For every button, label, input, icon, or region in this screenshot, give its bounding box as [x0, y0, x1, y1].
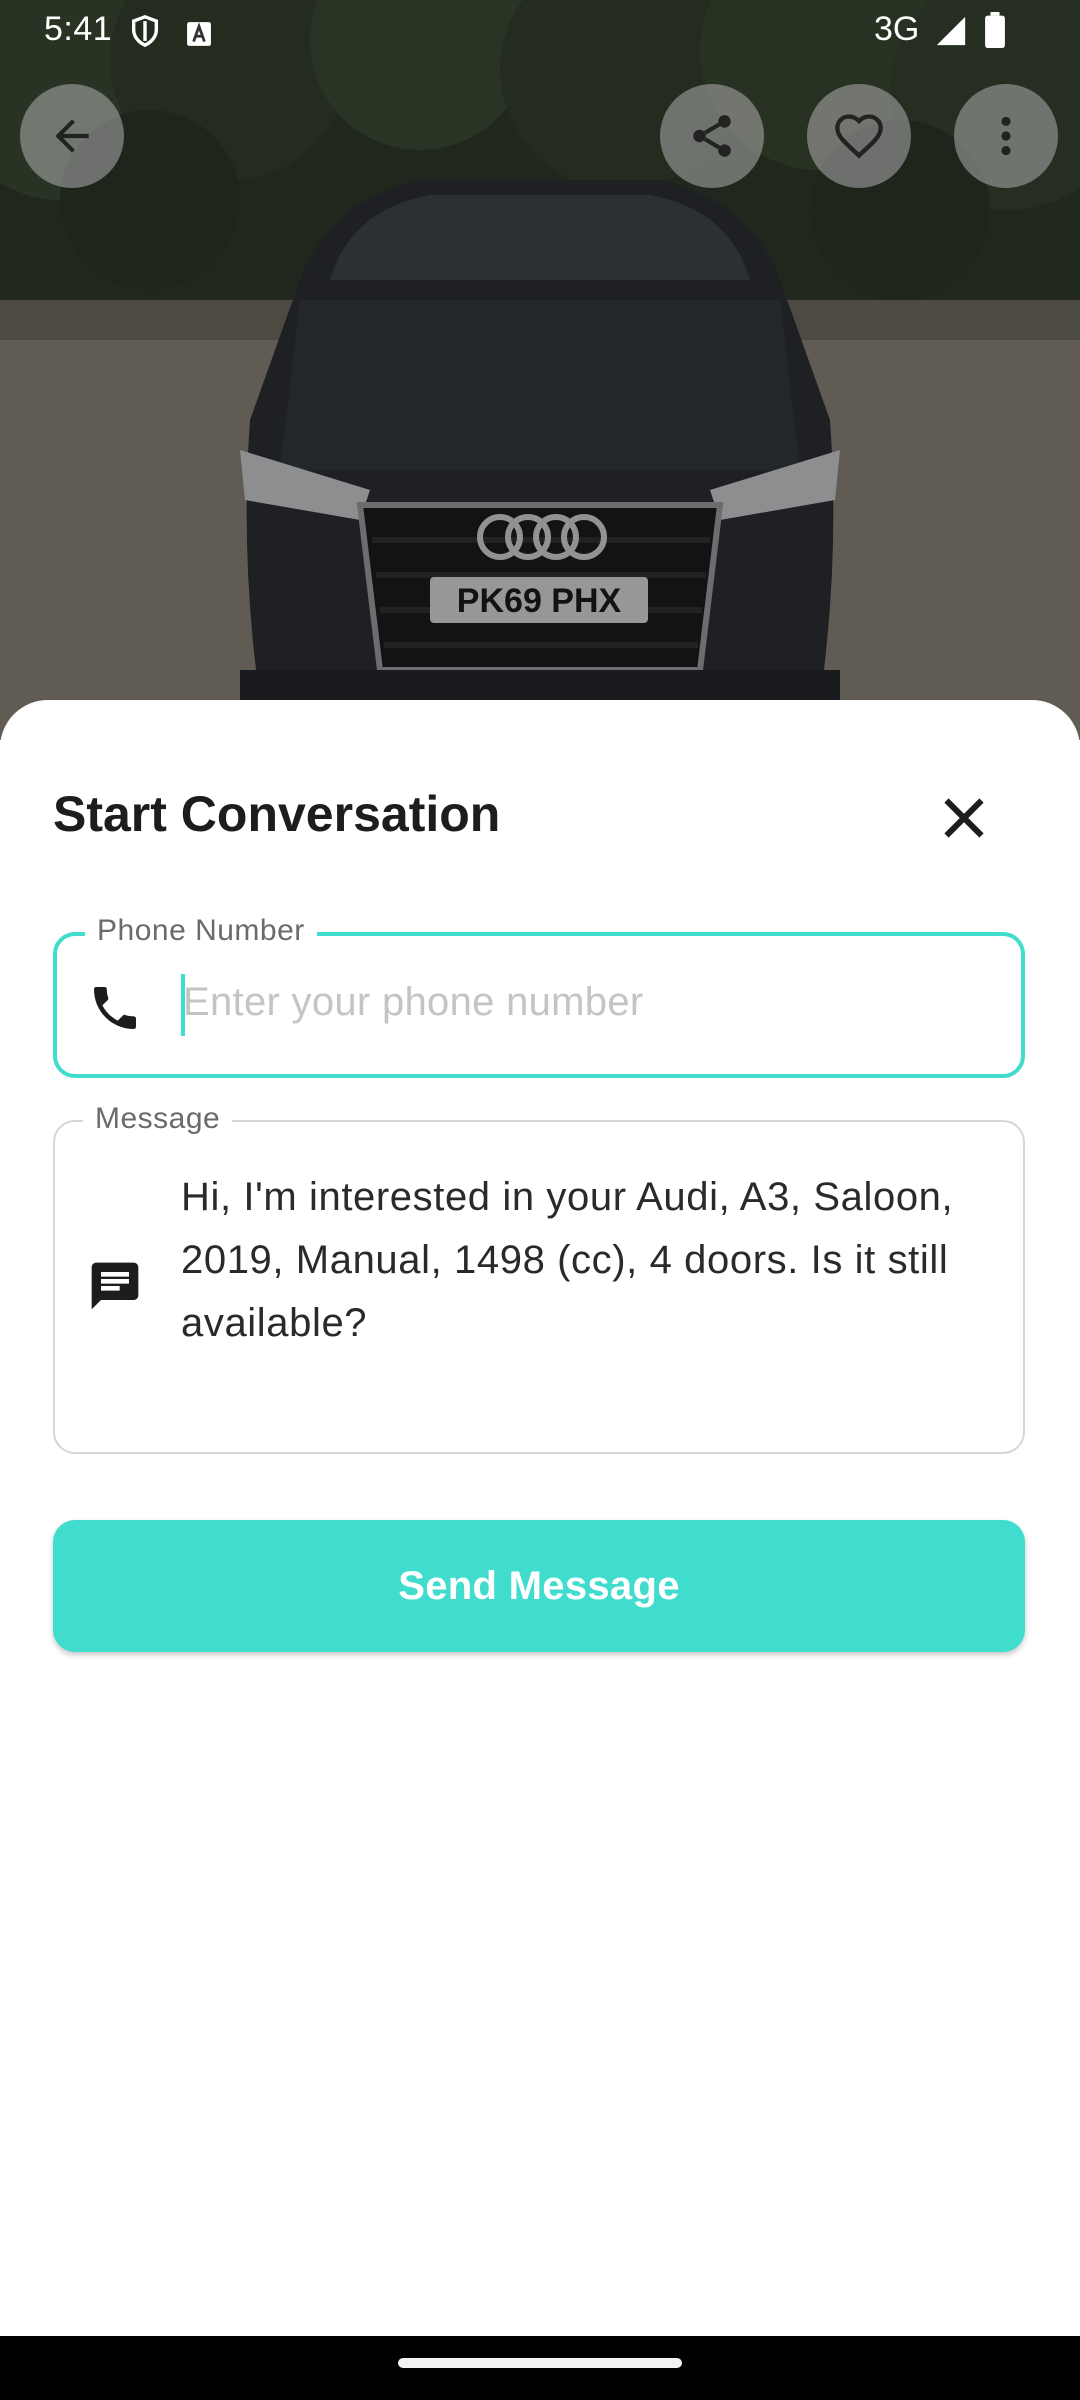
- message-icon: [87, 1258, 143, 1319]
- share-icon: [693, 115, 731, 157]
- phone-number-field[interactable]: Phone Number Enter your phone number: [53, 914, 1025, 1078]
- back-arrow-icon: [55, 119, 89, 153]
- shield-icon: [128, 12, 162, 59]
- more-options-button[interactable]: [954, 84, 1058, 188]
- font-a-icon: [186, 17, 212, 56]
- phone-number-input[interactable]: Enter your phone number: [183, 980, 644, 1025]
- favorite-button[interactable]: [807, 84, 911, 188]
- close-icon: [944, 798, 984, 838]
- phone-icon: [87, 980, 143, 1041]
- navigation-bar: [0, 2336, 1080, 2400]
- sheet-title: Start Conversation: [53, 786, 501, 842]
- network-type: 3G: [874, 10, 920, 48]
- signal-icon: [934, 14, 968, 57]
- battery-icon: [984, 12, 1006, 57]
- send-message-button[interactable]: Send Message: [53, 1520, 1025, 1652]
- heart-icon: [835, 114, 883, 159]
- send-message-label: Send Message: [398, 1563, 680, 1608]
- message-field[interactable]: Message Hi, I'm interested in your Audi,…: [53, 1102, 1025, 1454]
- start-conversation-sheet: Start Conversation Phone Number Enter yo…: [0, 700, 1080, 2336]
- home-gesture-handle[interactable]: [398, 2358, 682, 2368]
- close-button[interactable]: [934, 788, 994, 848]
- more-vert-icon: [1001, 116, 1011, 156]
- car-photo: PK69 PHX: [0, 0, 1080, 740]
- message-input[interactable]: Hi, I'm interested in your Audi, A3, Sal…: [181, 1166, 981, 1355]
- status-bar: 5:41 3G: [0, 0, 1080, 62]
- status-time: 5:41: [44, 10, 113, 48]
- phone-number-label: Phone Number: [85, 914, 317, 948]
- back-button[interactable]: [20, 84, 124, 188]
- message-label: Message: [83, 1102, 233, 1136]
- share-button[interactable]: [660, 84, 764, 188]
